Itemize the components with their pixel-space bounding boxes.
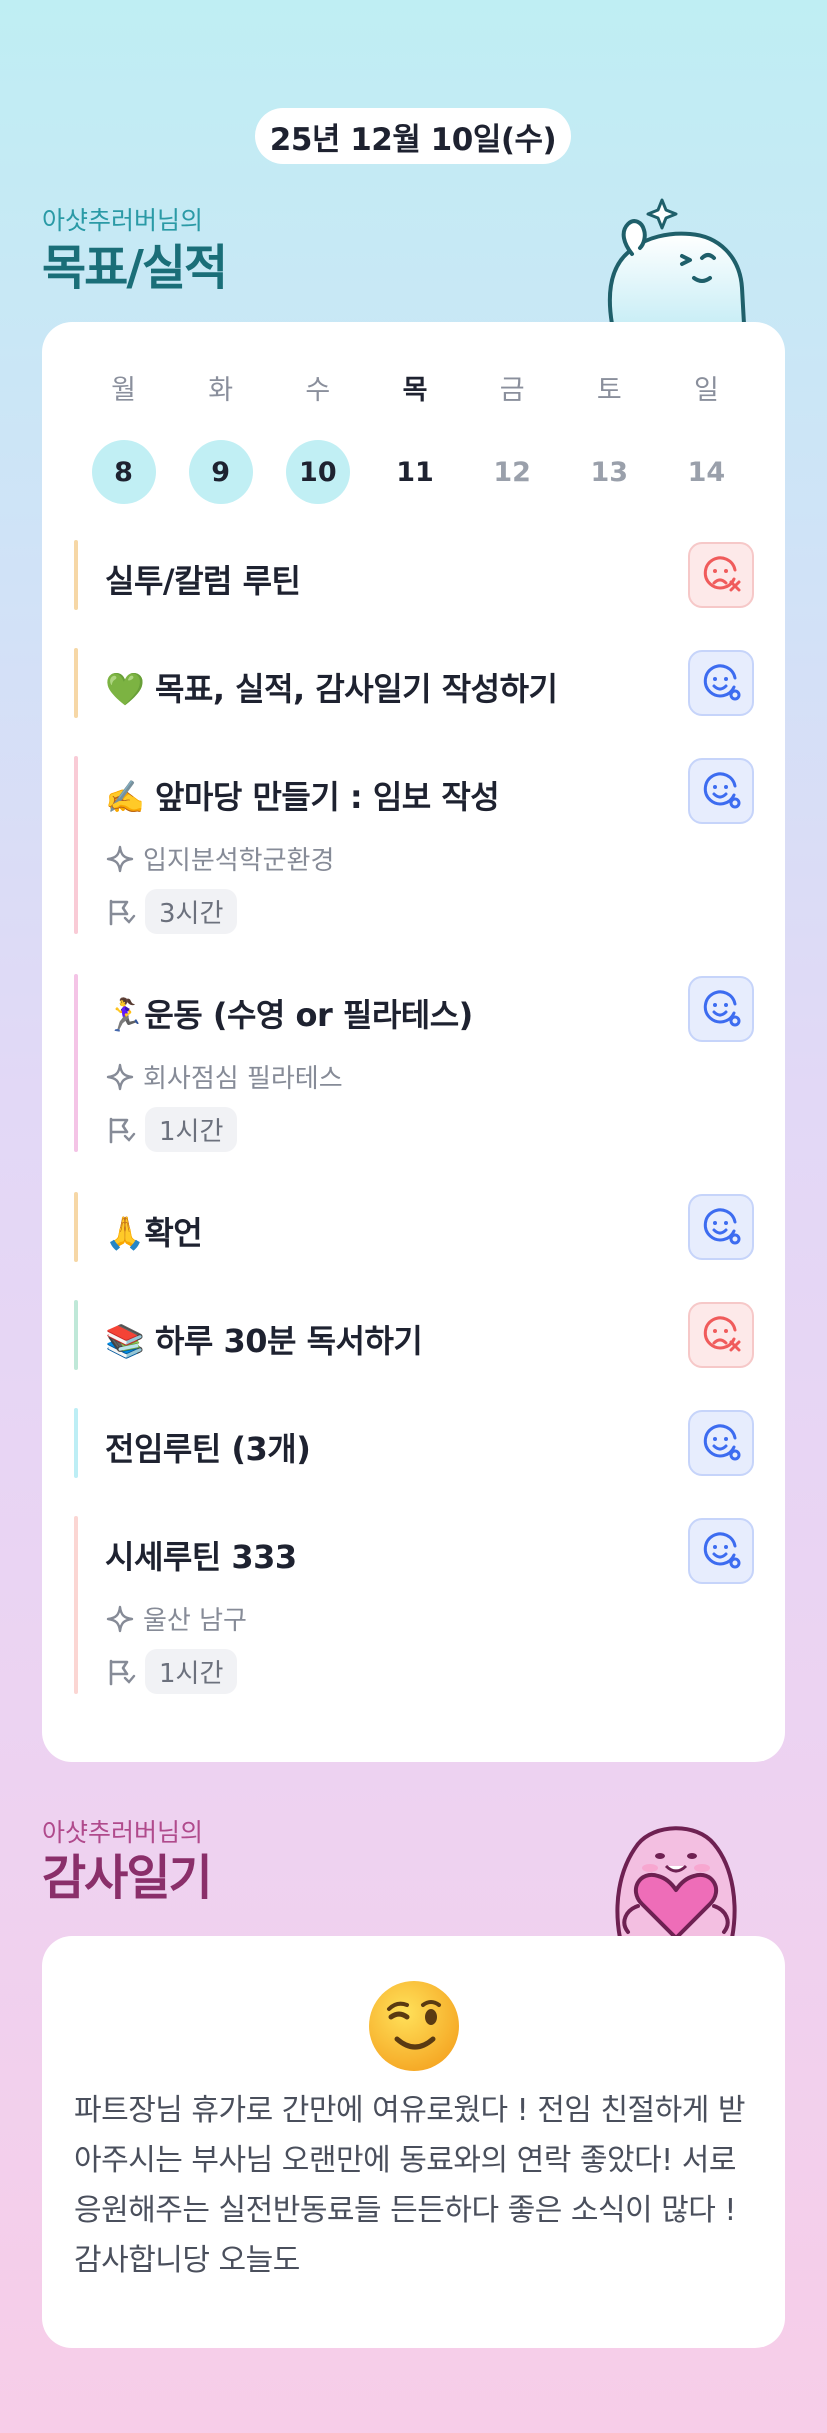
task-color-bar [74,1516,78,1694]
sparkle-icon [106,1605,134,1632]
task-color-bar [74,648,78,718]
gratitude-text: 파트장님 휴가로 간만에 여유로웠다 ! 전임 친절하게 받아주시는 부사님 오… [74,2093,745,2278]
day-name: 수 [305,375,331,406]
day-fri[interactable]: 금 12 [464,372,561,504]
task-time-row: 1시간 [105,1649,238,1694]
task-item[interactable]: 💚 목표, 실적, 감사일기 작성하기 [74,648,754,718]
task-color-bar [74,1408,78,1478]
task-title: 전임루틴 (3개) [105,1430,311,1468]
day-name: 월 [111,375,136,406]
task-time-row: 3시간 [105,889,238,934]
day-number[interactable]: 11 [383,440,447,504]
task-item[interactable]: 전임루틴 (3개) [74,1408,754,1478]
day-name: 금 [499,375,525,406]
task-color-bar [74,540,78,610]
task-item[interactable]: 🏃‍♀️운동 (수영 or 필라테스) 회사점심 필라테스 1시간 [74,974,754,1152]
happy-face-icon[interactable] [688,1194,754,1260]
time-chip: 1시간 [145,1107,238,1152]
day-name: 토 [596,375,622,406]
goals-card: 월 8 화 9 수 10 목 11 금 12 토 13 일 14 실투/칼럼 루… [42,322,785,1762]
gratitude-title: 감사일기 [42,1850,213,1906]
day-number[interactable]: 13 [577,440,641,504]
task-title: 시세루틴 333 [105,1538,297,1576]
day-name: 화 [208,375,234,406]
task-meta: 입지분석학군환경 [105,840,334,877]
day-tue[interactable]: 화 9 [172,372,269,504]
time-chip: 3시간 [145,889,238,934]
sad-face-icon[interactable] [688,1302,754,1368]
time-chip: 1시간 [145,1649,238,1694]
day-number[interactable]: 12 [480,440,544,504]
happy-face-icon[interactable] [688,1410,754,1476]
task-meta: 회사점심 필라테스 [105,1058,343,1095]
pink-heart-mascot-illustration [615,1826,737,1938]
week-calendar: 월 8 화 9 수 10 목 11 금 12 토 13 일 14 [75,372,755,504]
task-meta: 울산 남구 [105,1600,247,1637]
happy-face-icon[interactable] [688,758,754,824]
task-time-row: 1시간 [105,1107,238,1152]
day-sat[interactable]: 토 13 [561,372,658,504]
task-color-bar [74,1192,78,1262]
day-number[interactable]: 14 [674,440,738,504]
task-item[interactable]: 실투/칼럼 루틴 [74,540,754,610]
task-item[interactable]: 시세루틴 333 울산 남구 1시간 [74,1516,754,1694]
sad-face-icon[interactable] [688,542,754,608]
task-title: ✍️ 앞마당 만들기 : 임보 작성 [105,778,500,816]
happy-face-icon[interactable] [688,1518,754,1584]
task-meta-text: 회사점심 필라테스 [143,1064,343,1094]
task-meta-text: 입지분석학군환경 [143,846,335,876]
task-title: 💚 목표, 실적, 감사일기 작성하기 [105,670,558,708]
day-number[interactable]: 9 [188,440,253,504]
task-meta-text: 울산 남구 [143,1606,247,1636]
day-number[interactable]: 8 [91,440,156,504]
flag-icon [109,899,136,925]
task-color-bar [74,974,78,1152]
day-name: 일 [694,375,719,406]
task-color-bar [74,756,78,934]
day-sun[interactable]: 일 14 [658,372,755,504]
task-title: 🙏확언 [105,1214,203,1252]
day-wed[interactable]: 수 10 [269,372,366,504]
day-thu[interactable]: 목 11 [366,372,463,504]
happy-face-icon[interactable] [688,650,754,716]
date-pill[interactable]: 25년 12월 10일(수) [255,108,571,164]
sparkle-icon [106,1063,134,1090]
task-title: 📚 하루 30분 독서하기 [105,1322,423,1360]
winking-face-icon [369,1981,459,2071]
day-name: 목 [402,375,428,406]
task-title: 🏃‍♀️운동 (수영 or 필라테스) [105,996,473,1034]
task-item[interactable]: ✍️ 앞마당 만들기 : 임보 작성 입지분석학군환경 3시간 [74,756,754,934]
flag-icon [109,1659,136,1685]
task-title: 실투/칼럼 루틴 [105,562,301,600]
sparkle-icon [106,845,134,872]
task-color-bar [74,1300,78,1370]
task-item[interactable]: 🙏확언 [74,1192,754,1262]
gratitude-card: 파트장님 휴가로 간만에 여유로웠다 ! 전임 친절하게 받아주시는 부사님 오… [42,1936,785,2348]
day-mon[interactable]: 월 8 [75,372,172,504]
goals-title: 목표/실적 [42,240,228,296]
happy-face-icon[interactable] [688,976,754,1042]
flag-icon [109,1117,136,1143]
day-number[interactable]: 10 [285,440,350,504]
task-item[interactable]: 📚 하루 30분 독서하기 [74,1300,754,1370]
ghost-mascot-illustration [607,198,747,324]
